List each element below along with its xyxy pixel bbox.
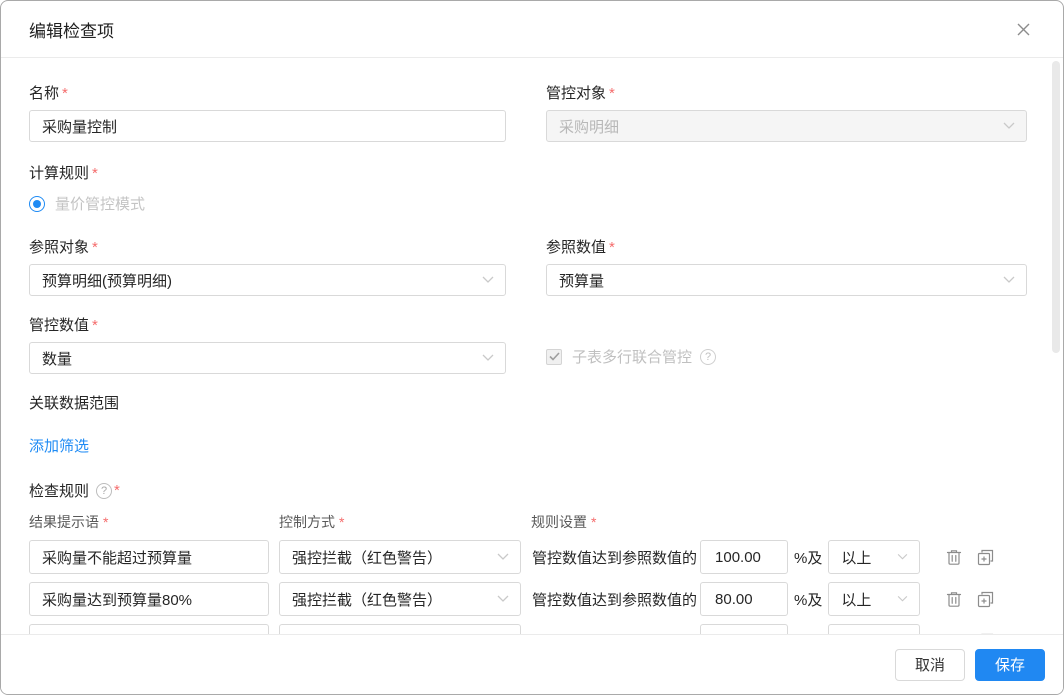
radio-checked-icon [29, 196, 45, 212]
rule-suffix-text: %及 [794, 589, 822, 610]
ref-value-select[interactable]: 预算量 [546, 264, 1027, 296]
rule-prefix-text: 管控数值达到参照数值的 [532, 589, 697, 610]
rule-direction-select[interactable]: 以上 [828, 540, 920, 574]
add-row-icon[interactable] [976, 548, 994, 566]
calc-rule-label: 计算规则* [29, 164, 1025, 184]
rule-row: 强控拦截（红色警告） 管控数值达到参照数值的 %及 以上 [29, 582, 1025, 616]
chevron-down-icon [497, 553, 509, 561]
control-value-select[interactable]: 数量 [29, 342, 506, 374]
dialog-title: 编辑检查项 [29, 17, 114, 42]
required-mark: * [609, 239, 615, 256]
rule-prefix-text: 管控数值达到参照数值的 [532, 547, 697, 568]
col-setting-header: 规则设置 [531, 514, 587, 530]
joint-control-checkbox-row: 子表多行联合管控 ? [546, 346, 716, 367]
control-object-label: 管控对象* [546, 84, 1027, 104]
col-control-header: 控制方式 [279, 514, 335, 530]
rule-result-input[interactable] [29, 540, 269, 574]
chevron-down-icon [497, 595, 509, 603]
edit-check-item-dialog: 编辑检查项 名称* 管控对象* 采购明细 [0, 0, 1064, 695]
chevron-down-icon [897, 596, 908, 603]
chevron-down-icon [1003, 276, 1015, 284]
joint-control-label: 子表多行联合管控 [572, 346, 692, 367]
scrollbar-thumb[interactable] [1052, 61, 1060, 353]
required-mark: * [591, 514, 596, 530]
ref-value-value: 预算量 [559, 270, 604, 291]
required-mark: * [92, 165, 98, 182]
name-input[interactable] [29, 110, 506, 142]
required-mark: * [609, 85, 615, 102]
required-mark: * [114, 482, 120, 499]
save-button[interactable]: 保存 [975, 649, 1045, 681]
add-row-icon[interactable] [976, 590, 994, 608]
control-object-select: 采购明细 [546, 110, 1027, 142]
chevron-down-icon [897, 554, 908, 561]
ref-value-label: 参照数值* [546, 238, 1027, 258]
required-mark: * [92, 317, 98, 334]
rule-column-headers: 结果提示语* 控制方式* 规则设置* [29, 512, 1025, 532]
control-object-value: 采购明细 [559, 116, 619, 137]
rule-direction-value: 以下 [841, 631, 871, 635]
control-value-value: 数量 [42, 348, 72, 369]
rule-control-value: 正常通过（绿色标识） [292, 631, 442, 635]
dialog-body: 名称* 管控对象* 采购明细 计算规则* 量价管控模式 [1, 58, 1063, 634]
radio-label: 量价管控模式 [55, 193, 145, 214]
checkbox-checked-icon [546, 349, 562, 365]
delete-row-icon[interactable] [945, 548, 963, 566]
rule-percent-input[interactable] [700, 624, 788, 634]
chevron-down-icon [1003, 122, 1015, 130]
rule-direction-value: 以上 [841, 589, 871, 610]
name-label: 名称* [29, 84, 506, 104]
calc-rule-radio-group: 量价管控模式 [29, 193, 1025, 214]
rule-direction-select[interactable]: 以下 [828, 624, 920, 634]
chevron-down-icon [482, 354, 494, 362]
col-result-header: 结果提示语 [29, 514, 99, 530]
rule-row: 强控拦截（红色警告） 管控数值达到参照数值的 %及 以上 [29, 540, 1025, 574]
dialog-footer: 取消 保存 [1, 634, 1063, 694]
rule-control-value: 强控拦截（红色警告） [292, 547, 442, 568]
help-icon: ? [96, 483, 112, 499]
rule-result-input[interactable] [29, 624, 269, 634]
control-value-label: 管控数值* [29, 316, 506, 336]
ref-object-label: 参照对象* [29, 238, 506, 258]
rule-suffix-text: %及 [794, 547, 822, 568]
add-row-icon[interactable] [976, 632, 994, 634]
rule-direction-value: 以上 [841, 547, 871, 568]
rule-direction-select[interactable]: 以上 [828, 582, 920, 616]
rule-control-select[interactable]: 正常通过（绿色标识） [279, 624, 521, 634]
rule-row: 正常通过（绿色标识） 管控数值达到参照数值的 %及 以下 [29, 624, 1025, 634]
delete-row-icon[interactable] [945, 632, 963, 634]
required-mark: * [103, 514, 108, 530]
rule-result-input[interactable] [29, 582, 269, 616]
ref-object-select[interactable]: 预算明细(预算明细) [29, 264, 506, 296]
required-mark: * [339, 514, 344, 530]
rule-percent-input[interactable] [700, 540, 788, 574]
rule-percent-input[interactable] [700, 582, 788, 616]
rule-control-value: 强控拦截（红色警告） [292, 589, 442, 610]
help-icon: ? [700, 349, 716, 365]
close-icon[interactable] [1013, 19, 1033, 39]
delete-row-icon[interactable] [945, 590, 963, 608]
rule-prefix-text: 管控数值达到参照数值的 [532, 631, 697, 635]
data-range-label: 关联数据范围 [29, 392, 1025, 413]
screen: 编辑检查项 名称* 管控对象* 采购明细 [0, 0, 1064, 695]
rule-suffix-text: %及 [794, 631, 822, 635]
required-mark: * [62, 85, 68, 102]
check-rules-label: 检查规则 ? * [29, 480, 1025, 501]
rule-control-select[interactable]: 强控拦截（红色警告） [279, 540, 521, 574]
chevron-down-icon [482, 276, 494, 284]
rule-control-select[interactable]: 强控拦截（红色警告） [279, 582, 521, 616]
add-filter-link[interactable]: 添加筛选 [29, 435, 89, 456]
ref-object-value: 预算明细(预算明细) [42, 270, 172, 291]
required-mark: * [92, 239, 98, 256]
dialog-header: 编辑检查项 [1, 1, 1063, 58]
cancel-button[interactable]: 取消 [895, 649, 965, 681]
